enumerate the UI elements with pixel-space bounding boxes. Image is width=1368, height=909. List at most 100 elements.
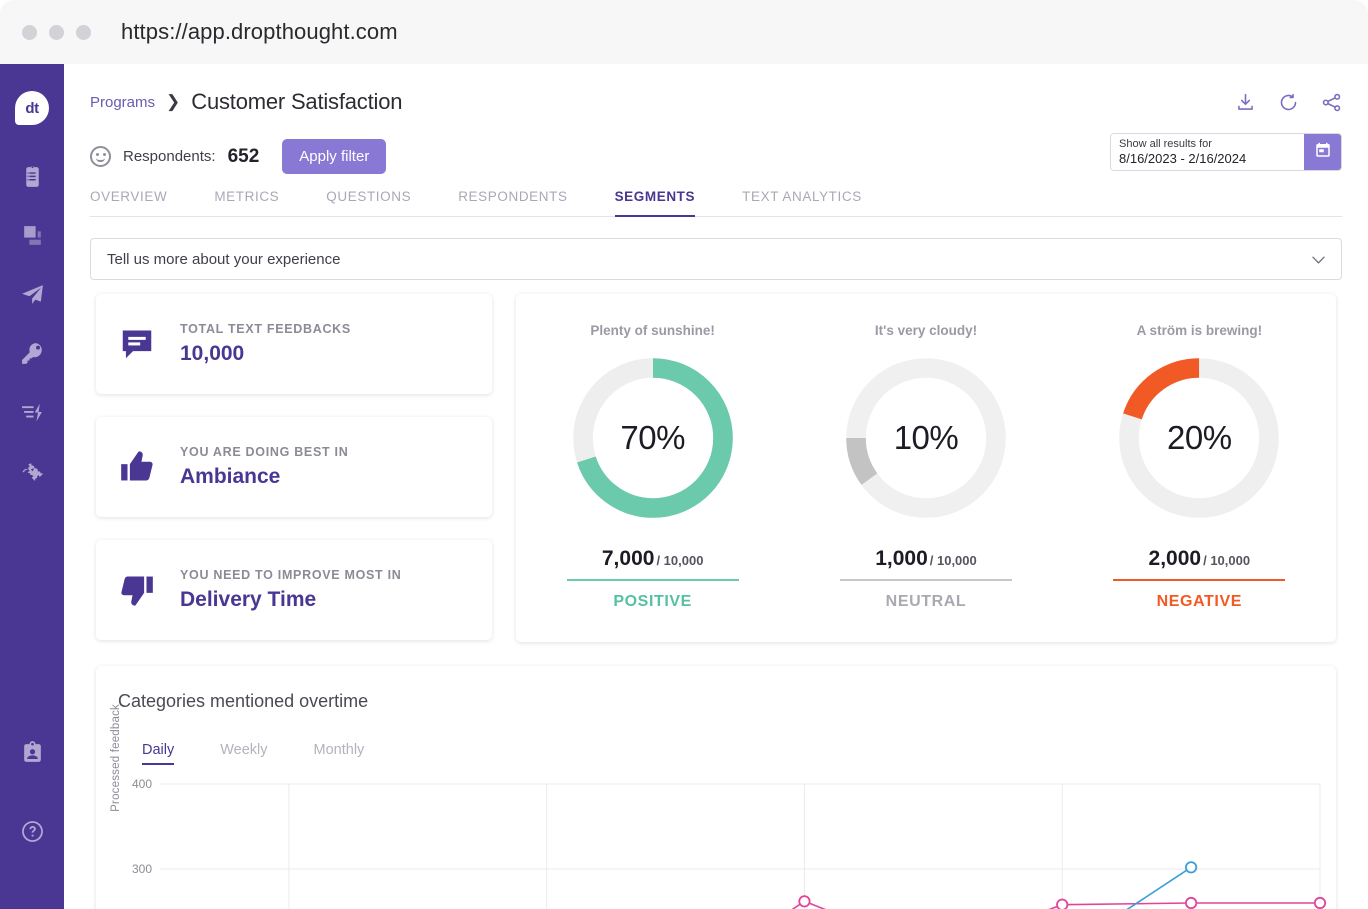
neutral-count: 1,000 [875,547,928,570]
main-content: Programs ❯ Customer Satisfaction Respond… [64,64,1368,909]
respondents-row: Respondents: 652 Apply filter [90,139,387,174]
chevron-down-icon [1312,251,1325,268]
sidebar-item-automation[interactable] [10,385,54,444]
clipboard-icon [20,164,45,194]
app-sidebar: dt [0,64,64,909]
date-range-label: Show all results for [1119,138,1212,150]
sentiment-headline: It's very cloudy! [874,323,978,338]
sidebar-item-programs[interactable] [10,149,54,208]
page-title: Customer Satisfaction [191,89,403,114]
neutral-rule [839,579,1012,581]
apply-filter-button[interactable]: Apply filter [282,139,387,174]
maximize-window-dot[interactable] [76,24,91,40]
line-chart-svg: 200300400 [132,777,1327,909]
date-range-value: 8/16/2023 - 2/16/2024 [1119,151,1247,166]
sidebar-item-distribute[interactable] [10,267,54,326]
neutral-percent: 10% [893,419,959,456]
sidebar-item-templates[interactable] [10,208,54,267]
respondent-face-icon [90,146,111,167]
help-icon [20,819,45,849]
granularity-daily[interactable]: Daily [142,742,175,765]
granularity-tabs: Daily Weekly Monthly [142,742,364,765]
neutral-label: NEUTRAL [885,593,967,610]
calendar-button[interactable] [1304,134,1341,170]
sidebar-item-help[interactable] [10,804,54,863]
question-select[interactable]: Tell us more about your experience [90,238,1342,280]
send-icon [20,282,45,312]
kpi-card-doing-best-in: YOU ARE DOING BEST IN Ambiance [96,417,492,517]
positive-donut-chart: 70% [569,354,737,522]
tab-overview[interactable]: OVERVIEW [90,189,167,216]
sentiment-neutral: It's very cloudy! 10% 1,000 / 10,000 NEU… [789,294,1062,642]
question-select-value: Tell us more about your experience [107,250,341,268]
kpi-card-list: TOTAL TEXT FEEDBACKS 10,000 YOU ARE DOIN… [96,294,492,663]
kpi-card-total-text-feedbacks: TOTAL TEXT FEEDBACKS 10,000 [96,294,492,394]
sentiment-positive: Plenty of sunshine! 70% 7,000 / 10,000 P… [516,294,789,642]
neutral-fraction: 1,000 / 10,000 [875,547,977,571]
tab-metrics[interactable]: METRICS [214,189,279,216]
negative-rule [1113,579,1286,581]
respondents-count: 652 [227,145,260,167]
negative-fraction: 2,000 / 10,000 [1149,547,1251,571]
kpi-card-need-improve-in: YOU NEED TO IMPROVE MOST IN Delivery Tim… [96,540,492,640]
breadcrumb: Programs ❯ Customer Satisfaction [90,89,402,115]
sentiment-panel: Plenty of sunshine! 70% 7,000 / 10,000 P… [516,294,1336,642]
respondents-label: Respondents: [123,148,216,165]
chat-bubble-icon [118,325,180,363]
granularity-weekly[interactable]: Weekly [220,742,267,765]
account-icon [20,740,45,770]
sidebar-nav [10,149,54,503]
tab-segments[interactable]: SEGMENTS [614,189,696,217]
negative-donut-chart: 20% [1115,354,1283,522]
integrations-icon [20,459,45,489]
sidebar-item-account[interactable] [10,725,54,784]
kpi-label: YOU ARE DOING BEST IN [180,445,349,459]
kpi-value: Ambiance [180,465,281,488]
refresh-icon[interactable] [1278,92,1299,118]
download-icon[interactable] [1235,92,1256,118]
kpi-card-text: TOTAL TEXT FEEDBACKS 10,000 [180,322,351,366]
tab-questions[interactable]: QUESTIONS [326,189,411,216]
positive-total: / 10,000 [656,553,704,568]
thumbs-up-icon [118,448,180,486]
browser-chrome: https://app.dropthought.com [0,0,1368,64]
calendar-icon [1314,141,1332,164]
kpi-value: 10,000 [180,342,245,365]
automation-icon [20,400,45,430]
neutral-donut-chart: 10% [842,354,1010,522]
date-range-text[interactable]: Show all results for 8/16/2023 - 2/16/20… [1111,134,1304,170]
share-icon[interactable] [1321,92,1342,118]
breadcrumb-separator-icon: ❯ [166,92,181,111]
granularity-monthly[interactable]: Monthly [314,742,365,765]
svg-text:400: 400 [132,777,152,791]
categories-line-chart: 200300400 [118,776,1334,909]
thumbs-down-icon [118,571,180,609]
minimize-window-dot[interactable] [49,24,64,40]
kpi-label: YOU NEED TO IMPROVE MOST IN [180,568,402,582]
trend-title: Categories mentioned overtime [118,691,369,711]
sentiment-negative: A ström is brewing! 20% 2,000 / 10,000 N… [1063,294,1336,642]
app-logo[interactable]: dt [15,91,49,125]
trend-card: Categories mentioned overtime Daily Week… [96,666,1336,909]
sidebar-item-integrations[interactable] [10,444,54,503]
address-bar[interactable]: https://app.dropthought.com [121,19,398,45]
breadcrumb-programs-link[interactable]: Programs [90,94,155,111]
tab-respondents[interactable]: RESPONDENTS [458,189,567,216]
sentiment-headline: A ström is brewing! [1136,323,1263,338]
close-window-dot[interactable] [22,24,37,40]
template-icon [20,223,45,253]
header-actions [1235,92,1342,118]
kpi-card-text: YOU ARE DOING BEST IN Ambiance [180,445,348,489]
date-range-control[interactable]: Show all results for 8/16/2023 - 2/16/20… [1110,133,1342,171]
negative-count: 2,000 [1148,547,1202,570]
sidebar-item-access[interactable] [10,326,54,385]
neutral-total: / 10,000 [929,553,977,568]
tab-text-analytics[interactable]: TEXT ANALYTICS [742,189,862,216]
sentiment-headline: Plenty of sunshine! [590,323,715,338]
positive-count: 7,000 [601,547,655,570]
negative-label: NEGATIVE [1156,593,1243,610]
kpi-label: TOTAL TEXT FEEDBACKS [180,322,351,336]
svg-text:300: 300 [132,862,152,876]
key-icon [20,341,45,371]
window-controls[interactable] [22,24,91,40]
